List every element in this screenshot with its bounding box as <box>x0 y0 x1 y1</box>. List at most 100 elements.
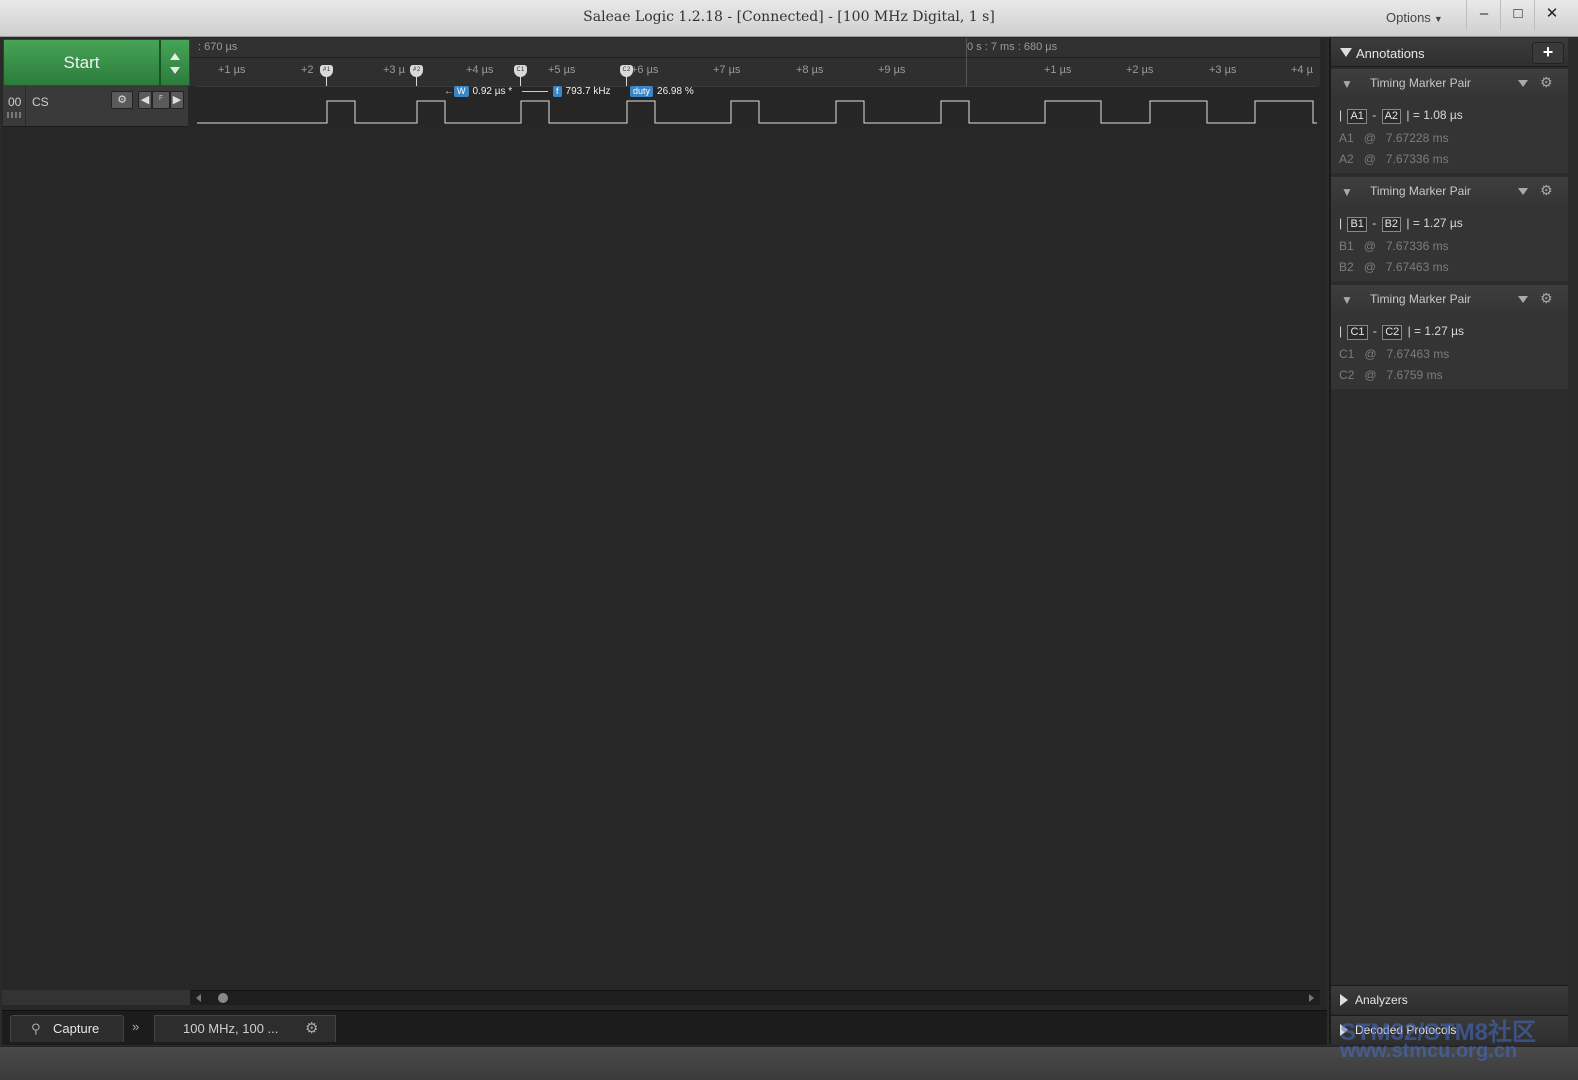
marker-box[interactable]: C1 <box>1347 325 1368 340</box>
marker-time-row: B2 @7.67463 ms <box>1339 260 1449 274</box>
drag-handle-icon[interactable] <box>7 112 23 118</box>
pair-header: ▼ Timing Marker Pair ⚙ <box>1331 177 1568 205</box>
timing-marker-pair: ▼ Timing Marker Pair ⚙ | A1 - A2 | = 1.0… <box>1331 69 1568 173</box>
close-button[interactable]: ✕ <box>1534 0 1569 30</box>
analyzers-section[interactable]: Analyzers <box>1331 985 1568 1014</box>
ruler-tick: +1 µs <box>218 64 246 76</box>
marker-time-row: A2 @7.67336 ms <box>1339 152 1449 166</box>
duty-measurement: duty 26.98 % <box>630 86 694 99</box>
annotations-panel: Annotations + ▼ Timing Marker Pair ⚙ | A… <box>1329 38 1568 1044</box>
difference-value: 1.27 µs <box>1423 216 1463 230</box>
pin-icon: ▼ <box>1341 77 1353 91</box>
annotations-title: Annotations <box>1356 46 1425 61</box>
scroll-right-icon[interactable] <box>1309 994 1314 1002</box>
waveform-lane[interactable] <box>197 86 1317 126</box>
capture-tab-label: Capture <box>53 1021 100 1036</box>
minimize-button[interactable]: – <box>1466 0 1501 30</box>
double-chevron-icon[interactable]: » <box>132 1019 139 1034</box>
ruler-tick: +1 µs <box>1044 64 1072 76</box>
ruler-tick: +2 µs <box>1126 64 1154 76</box>
timing-marker-pair: ▼ Timing Marker Pair ⚙ | B1 - B2 | = 1.2… <box>1331 177 1568 281</box>
ruler-left-time: : 670 µs <box>198 41 238 53</box>
analyzers-label: Analyzers <box>1355 993 1408 1007</box>
arrow-up-icon <box>170 53 180 60</box>
pair-difference: | A1 - A2 | = 1.08 µs <box>1339 108 1463 124</box>
ruler-tick: +4 µs <box>466 64 494 76</box>
capture-settings-label: 100 MHz, 100 ... <box>183 1021 279 1036</box>
channel-settings-button[interactable]: ⚙ <box>111 91 133 109</box>
chevron-down-icon[interactable] <box>1518 296 1528 303</box>
ruler-tick: +7 µs <box>713 64 741 76</box>
marker-label: B1 <box>1339 239 1354 253</box>
marker-box[interactable]: A1 <box>1347 109 1367 124</box>
title-bar: Saleae Logic 1.2.18 - [Connected] - [100… <box>0 0 1578 37</box>
ruler-tick: +2 <box>301 64 314 76</box>
gear-icon[interactable]: ⚙ <box>305 1016 318 1042</box>
difference-value: 1.08 µs <box>1423 108 1463 122</box>
duty-badge: duty <box>630 86 654 97</box>
options-menu[interactable]: Options ▼ <box>1386 10 1443 25</box>
chevron-down-icon[interactable] <box>1518 188 1528 195</box>
channel-column-footer <box>2 990 190 1005</box>
marker-time: 7.67336 ms <box>1385 152 1449 166</box>
marker-label: A1 <box>1339 131 1354 145</box>
add-annotation-button[interactable]: + <box>1532 42 1564 64</box>
gear-icon[interactable]: ⚙ <box>1540 290 1553 307</box>
ruler-tick: +3 µ <box>383 64 405 76</box>
ruler-mid-time: 0 s : 7 ms : 680 µs <box>967 41 1058 53</box>
duty-value: 26.98 % <box>657 86 694 97</box>
pair-header: ▼ Timing Marker Pair ⚙ <box>1331 69 1568 97</box>
options-label: Options <box>1386 10 1431 25</box>
time-ruler[interactable]: : 670 µs 0 s : 7 ms : 680 µs +1 µs +2 +3… <box>190 38 1320 86</box>
chevron-down-icon[interactable] <box>1518 80 1528 87</box>
chevron-down-icon: ▼ <box>1433 14 1443 24</box>
scroll-thumb[interactable] <box>218 993 228 1003</box>
gear-icon[interactable]: ⚙ <box>1540 182 1553 199</box>
marker-time: 7.6759 ms <box>1386 368 1443 382</box>
watermark-line2: www.stmcu.org.cn <box>1340 1040 1518 1062</box>
pair-title[interactable]: Timing Marker Pair <box>1370 184 1471 198</box>
capture-icon: ⚲ <box>31 1021 41 1036</box>
marker-time: 7.67336 ms <box>1385 239 1449 253</box>
marker-time-row: A1 @7.67228 ms <box>1339 131 1449 145</box>
channel-number: 00 <box>8 95 22 109</box>
ruler-tick: +9 µs <box>878 64 906 76</box>
start-button[interactable]: Start <box>3 39 160 86</box>
pair-title[interactable]: Timing Marker Pair <box>1370 292 1471 306</box>
marker-time-row: B1 @7.67336 ms <box>1339 239 1449 253</box>
pin-icon: ▼ <box>1341 293 1353 307</box>
ruler-tick: +8 µs <box>796 64 824 76</box>
pin-icon: ▼ <box>1341 185 1353 199</box>
bottom-tab-bar: ⚲ Capture » 100 MHz, 100 ... ⚙ <box>2 1010 1327 1045</box>
capture-tab[interactable]: ⚲ Capture <box>10 1015 124 1042</box>
channel-name[interactable]: CS <box>32 95 49 109</box>
marker-box[interactable]: C2 <box>1382 325 1403 340</box>
marker-time-row: C1 @7.67463 ms <box>1339 347 1450 361</box>
capture-settings-tab[interactable]: 100 MHz, 100 ... ⚙ <box>154 1015 336 1042</box>
frequency-badge: f <box>553 86 562 97</box>
trigger-edge-button[interactable]: ⸁ <box>152 91 170 109</box>
marker-label: C2 <box>1339 368 1355 382</box>
timing-marker-pair: ▼ Timing Marker Pair ⚙ | C1 - C2 | = 1.2… <box>1331 285 1568 389</box>
horizontal-scrollbar[interactable] <box>190 990 1320 1005</box>
marker-time: 7.67463 ms <box>1386 347 1450 361</box>
prev-edge-button[interactable]: ◀ <box>138 91 152 109</box>
ruler-divider <box>966 38 967 86</box>
divider <box>25 86 26 126</box>
capture-area: Start 00 CS ⚙ ◀ ⸁ ▶ : 670 µs 0 s : 7 ms … <box>2 38 1327 1045</box>
gear-icon[interactable]: ⚙ <box>1540 74 1553 91</box>
next-edge-button[interactable]: ▶ <box>170 91 184 109</box>
start-options-button[interactable] <box>160 39 190 86</box>
scroll-left-icon[interactable] <box>196 994 201 1002</box>
pair-difference: | B1 - B2 | = 1.27 µs <box>1339 216 1463 232</box>
marker-box[interactable]: B2 <box>1381 217 1402 232</box>
waveform <box>197 100 1317 124</box>
marker-box[interactable]: A2 <box>1381 109 1402 124</box>
maximize-button[interactable]: □ <box>1500 0 1535 30</box>
annotations-header[interactable]: Annotations + <box>1331 38 1568 67</box>
ruler-tick: +6 µs <box>631 64 659 76</box>
marker-box[interactable]: B1 <box>1347 217 1367 232</box>
pair-header: ▼ Timing Marker Pair ⚙ <box>1331 285 1568 313</box>
ruler-absolute-times: : 670 µs 0 s : 7 ms : 680 µs <box>190 38 1320 58</box>
pair-title[interactable]: Timing Marker Pair <box>1370 76 1471 90</box>
